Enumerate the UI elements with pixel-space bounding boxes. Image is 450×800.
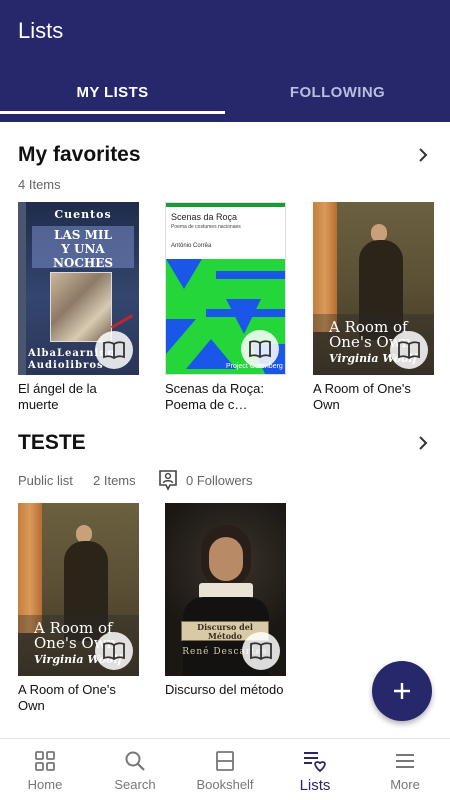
book-title[interactable]: El ángel de la muerte <box>18 381 139 413</box>
list-title-my-favorites[interactable]: My favorites <box>18 143 141 167</box>
book-card[interactable]: Cuentos LAS MIL Y UNA NOCHES AlbaLearnin… <box>18 202 139 413</box>
book-title[interactable]: A Room of One's Own <box>313 381 434 413</box>
book-title[interactable]: A Room of One's Own <box>18 682 139 714</box>
lists-icon <box>304 752 326 773</box>
list-visibility: Public list <box>18 473 73 488</box>
book-card[interactable]: A Room of One's Own Virginia Woolf A Roo… <box>313 202 434 413</box>
book-cover[interactable]: Scenas da Roça Poema de costumes naciona… <box>165 202 286 375</box>
book-card[interactable]: Scenas da Roça Poema de costumes naciona… <box>165 202 286 413</box>
nav-label: Lists <box>299 777 331 794</box>
book-cover[interactable]: Cuentos LAS MIL Y UNA NOCHES AlbaLearnin… <box>18 202 139 375</box>
open-book-icon <box>249 340 271 359</box>
nav-search[interactable]: Search <box>90 739 180 800</box>
cover-text: NOCHES <box>52 256 114 270</box>
nav-lists[interactable]: Lists <box>270 739 360 800</box>
nav-label: More <box>390 777 420 792</box>
followers-icon <box>159 470 177 491</box>
chevron-right-icon[interactable] <box>416 148 430 162</box>
bottom-navigation: Home Search Bookshelf Lists More <box>0 738 450 800</box>
open-book-icon <box>398 341 420 360</box>
cover-text: Antônio Corrêa <box>171 243 212 249</box>
search-icon <box>125 751 145 771</box>
nav-label: Search <box>114 777 156 792</box>
tab-following[interactable]: FOLLOWING <box>225 62 450 122</box>
open-book-icon <box>103 642 125 661</box>
book-card[interactable]: A Room of One's Own Virginia Woolf A Roo… <box>18 503 139 714</box>
book-cover[interactable]: A Room of One's Own Virginia Woolf <box>313 202 434 375</box>
book-card[interactable]: Discurso del Método René Descartes Discu… <box>165 503 286 698</box>
read-button[interactable] <box>242 632 280 670</box>
nav-label: Home <box>27 777 63 792</box>
list-title-teste[interactable]: TESTE <box>18 431 86 455</box>
list-followers-count: 0 Followers <box>186 473 253 488</box>
cover-text: Cuentos <box>54 208 112 221</box>
open-book-icon <box>103 341 125 360</box>
menu-icon <box>396 754 414 768</box>
read-button[interactable] <box>95 331 133 369</box>
bookshelf-icon <box>216 751 234 771</box>
grid-icon <box>35 751 55 771</box>
nav-more[interactable]: More <box>360 739 450 800</box>
cover-text: Y UNA <box>61 242 105 256</box>
book-cover[interactable]: A Room of One's Own Virginia Woolf <box>18 503 139 676</box>
read-button[interactable] <box>95 632 133 670</box>
cover-text: Poema de costumes nacionaes <box>171 224 241 230</box>
read-button[interactable] <box>241 330 279 368</box>
read-button[interactable] <box>390 331 428 369</box>
chevron-right-icon[interactable] <box>416 436 430 450</box>
list-item-count: 2 Items <box>93 473 136 488</box>
app-bar: Lists MY LISTS FOLLOWING <box>0 0 450 122</box>
book-title[interactable]: Scenas da Roça: Poema de c… <box>165 381 286 413</box>
page-title: Lists <box>18 18 64 43</box>
nav-label: Bookshelf <box>196 777 254 792</box>
book-cover[interactable]: Discurso del Método René Descartes <box>165 503 286 676</box>
add-list-button[interactable] <box>372 661 432 721</box>
tab-indicator <box>0 111 225 114</box>
list-item-count: 4 Items <box>18 177 61 192</box>
nav-home[interactable]: Home <box>0 739 90 800</box>
nav-bookshelf[interactable]: Bookshelf <box>180 739 270 800</box>
open-book-icon <box>250 642 272 661</box>
cover-text: Scenas da Roça <box>171 212 238 222</box>
plus-icon <box>394 683 410 699</box>
cover-text: LAS MIL <box>54 228 112 242</box>
book-title[interactable]: Discurso del método <box>165 682 286 698</box>
cover-text: Audiolibros <box>28 360 104 371</box>
